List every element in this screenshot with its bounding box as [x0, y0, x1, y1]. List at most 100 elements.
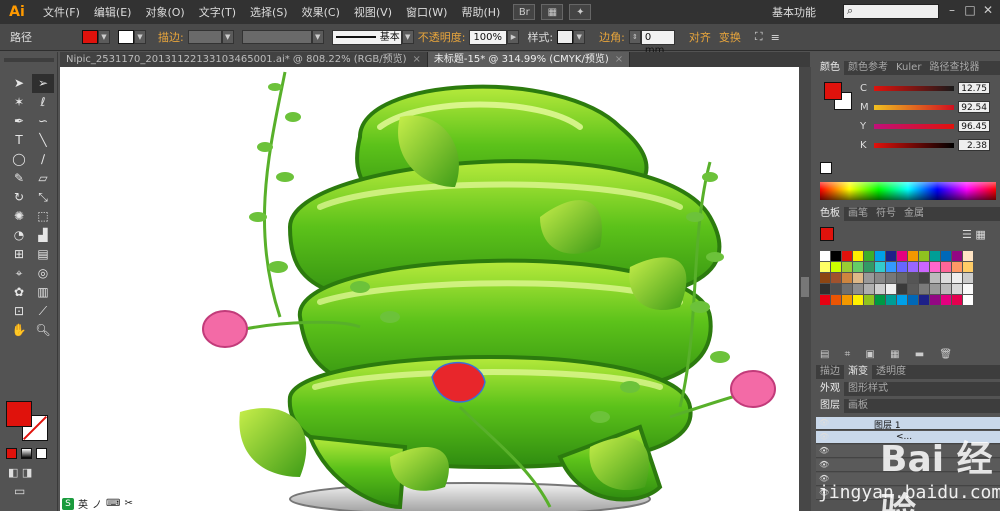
graphic-style-dropdown[interactable]: ▼ [573, 30, 586, 44]
artboard-tool-icon[interactable]: ⊡ [8, 302, 30, 321]
cyan-slider[interactable] [874, 85, 954, 91]
color-swatch[interactable] [908, 295, 918, 305]
menu-help[interactable]: 帮助(H) [454, 4, 507, 20]
color-swatch[interactable] [952, 284, 962, 294]
color-swatch[interactable] [842, 284, 852, 294]
yellow-slider[interactable] [874, 123, 954, 129]
color-panel-fill-stroke[interactable] [824, 82, 854, 112]
color-swatch[interactable] [853, 284, 863, 294]
current-swatch[interactable] [820, 227, 834, 241]
tab-pathfinder[interactable]: 路径查找器 [925, 61, 983, 75]
tab-artboards[interactable]: 画板 [844, 399, 872, 413]
stroke-weight-field[interactable] [187, 30, 222, 44]
color-swatch[interactable] [919, 295, 929, 305]
tab-transparency[interactable]: 透明度 [872, 365, 910, 379]
color-swatch[interactable] [919, 284, 929, 294]
color-swatch[interactable] [963, 262, 973, 272]
workspace-switcher[interactable]: 基本功能 [772, 4, 816, 20]
stroke-weight-dropdown[interactable]: ▼ [221, 30, 234, 44]
color-swatch[interactable] [886, 273, 896, 283]
color-swatch[interactable] [919, 262, 929, 272]
color-swatch[interactable] [963, 284, 973, 294]
color-swatch[interactable] [875, 295, 885, 305]
ime-settings-icon[interactable]: ✂ [124, 498, 132, 509]
fill-indicator[interactable] [6, 401, 32, 427]
color-swatch[interactable] [963, 295, 973, 305]
screen-mode-icon[interactable]: ▭ [14, 484, 25, 498]
layer-row[interactable]: 👁︎ 图层 1 [816, 417, 1000, 431]
tab-stroke[interactable]: 描边 [816, 365, 844, 379]
minimize-icon[interactable]: – [944, 3, 960, 19]
stroke-label[interactable]: 描边: [154, 29, 188, 45]
opacity-dropdown[interactable]: ▶ [507, 30, 520, 44]
tab-appearance[interactable]: 外观 [816, 382, 844, 396]
menu-view[interactable]: 视图(V) [347, 4, 399, 20]
tab-color-guide[interactable]: 颜色参考 [844, 61, 892, 75]
color-swatch[interactable] [930, 295, 940, 305]
tab-kuler[interactable]: Kuler [892, 61, 925, 75]
black-field[interactable]: 2.38 [958, 139, 990, 151]
magic-wand-tool-icon[interactable]: ✶ [8, 93, 30, 112]
eye-icon[interactable]: 👁︎ [819, 418, 829, 427]
fill-indicator[interactable] [824, 82, 842, 100]
panel-menu-icon[interactable]: ≡ [767, 31, 784, 44]
color-swatch[interactable] [941, 262, 951, 272]
color-swatch[interactable] [875, 284, 885, 294]
color-swatch[interactable] [930, 251, 940, 261]
color-swatch[interactable] [919, 251, 929, 261]
warp-tool-icon[interactable]: ✺ [8, 207, 30, 226]
search-input[interactable]: ⌕ [843, 4, 939, 19]
tab-brushes[interactable]: 画笔 [844, 207, 872, 221]
color-swatch[interactable] [853, 273, 863, 283]
eye-icon[interactable]: 👁︎ [819, 446, 829, 455]
tab-graphic-styles[interactable]: 图形样式 [844, 382, 892, 396]
gpu-icon[interactable]: ✦ [569, 4, 592, 20]
transform-link[interactable]: 变换 [715, 29, 745, 45]
color-swatch[interactable] [952, 251, 962, 261]
none-swatch[interactable] [820, 162, 832, 174]
color-swatch[interactable] [897, 284, 907, 294]
free-transform-tool-icon[interactable]: ⬚ [32, 207, 54, 226]
close-tab-icon[interactable]: × [615, 54, 623, 65]
tab-swatches[interactable]: 色板 [816, 207, 844, 221]
color-swatch[interactable] [952, 262, 962, 272]
canvas[interactable] [60, 67, 799, 511]
color-swatch[interactable] [820, 262, 830, 272]
fill-stroke-widget[interactable] [6, 401, 52, 443]
menu-window[interactable]: 窗口(W) [399, 4, 454, 20]
graphic-style-swatch[interactable] [557, 30, 574, 44]
color-mode-button[interactable] [6, 448, 17, 459]
isolate-icon[interactable]: ⛶ [751, 30, 767, 44]
color-swatch[interactable] [886, 284, 896, 294]
color-swatch[interactable] [908, 251, 918, 261]
graph-tool-icon[interactable]: ▥ [32, 283, 54, 302]
color-swatch[interactable] [908, 273, 918, 283]
magenta-field[interactable]: 92.54 [958, 101, 990, 113]
color-swatch[interactable] [820, 284, 830, 294]
color-swatch[interactable] [941, 273, 951, 283]
direct-selection-tool-icon[interactable]: ➢ [32, 74, 54, 93]
opacity-field[interactable]: 100% [469, 29, 508, 45]
menu-effect[interactable]: 效果(C) [295, 4, 347, 20]
menu-type[interactable]: 文字(T) [192, 4, 243, 20]
color-swatch[interactable] [853, 262, 863, 272]
close-icon[interactable]: ✕ [980, 3, 996, 19]
tab-layers[interactable]: 图层 [816, 399, 844, 413]
color-swatch[interactable] [897, 251, 907, 261]
gradient-tool-icon[interactable]: ▤ [32, 245, 54, 264]
color-swatch[interactable] [897, 262, 907, 272]
eraser-tool-icon[interactable]: ▱ [32, 169, 54, 188]
cyan-field[interactable]: 12.75 [958, 82, 990, 94]
mesh-tool-icon[interactable]: ⊞ [8, 245, 30, 264]
color-swatch[interactable] [853, 295, 863, 305]
color-swatch[interactable] [864, 273, 874, 283]
tab-untitled-15[interactable]: 未标题-15* @ 314.99% (CMYK/预览) × [427, 52, 631, 67]
none-mode-button[interactable] [36, 448, 47, 459]
tab-metal[interactable]: 金属 [900, 207, 928, 221]
color-swatch[interactable] [930, 262, 940, 272]
corner-stepper[interactable]: ⇕ [628, 30, 641, 44]
color-swatch[interactable] [842, 262, 852, 272]
tab-symbols[interactable]: 符号 [872, 207, 900, 221]
variable-width-field[interactable] [241, 30, 312, 44]
vertical-scrollbar[interactable] [799, 67, 811, 511]
